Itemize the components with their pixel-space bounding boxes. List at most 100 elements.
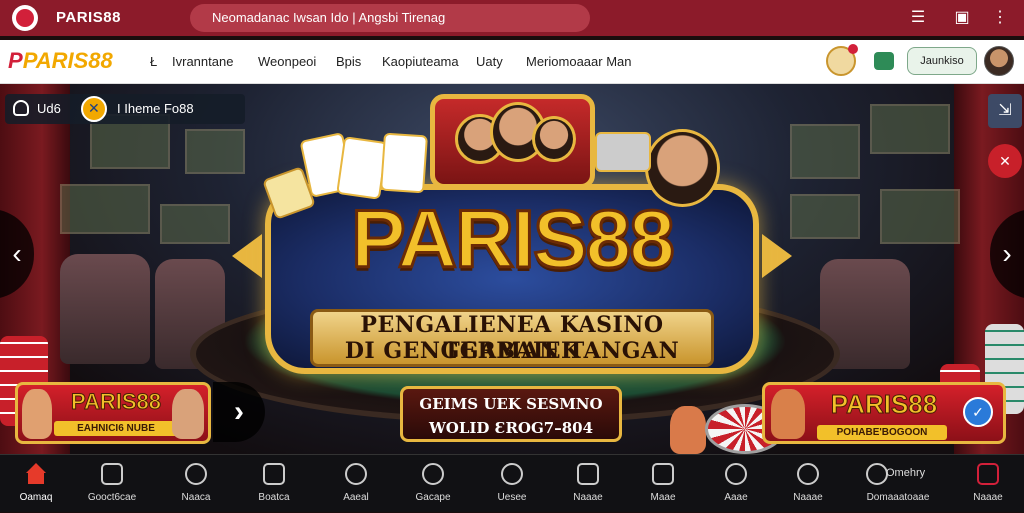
verified-icon: ✓ [963,397,993,427]
avatar[interactable] [984,46,1014,76]
crest-left-arrow-icon [232,234,262,278]
wall-poster [870,104,950,154]
bottom-nav-item-2[interactable]: Naaca [160,455,232,513]
playing-card [336,136,388,200]
nav-link-3[interactable]: Bpis [336,54,361,69]
wall-poster [160,204,230,244]
wall-poster [790,194,860,239]
playing-card [380,132,428,194]
nav-link-4[interactable]: Kaopiuteama [382,54,459,69]
bottom-nav-label: Naaca [181,492,211,503]
user-tag: I Iheme Fo88 [117,101,194,116]
share-icon[interactable]: ✕ [988,144,1022,178]
badge-icon [81,96,107,122]
more-icon[interactable]: ⋮ [990,8,1010,28]
promo-right-sub: POHABE'BOGOON [817,425,947,440]
character-portrait [532,116,576,162]
promo-left-title: PARIS88 [70,389,162,415]
bottom-nav-label: Aaae [724,492,748,503]
bottom-nav-item-11[interactable]: Omehry Domaaatoaae [850,455,946,513]
app-logo-icon[interactable] [12,5,38,31]
wallet-icon[interactable] [874,52,894,70]
menu-icon[interactable]: ☰ [908,8,928,28]
nav-link-0[interactable]: Ł [150,54,157,69]
cards-icon [101,463,123,485]
bottom-nav-item-6[interactable]: Uesee [476,455,548,513]
promo-right-title: PARIS88 [830,389,938,420]
promo-card-left[interactable]: PARIS88 EAHNICI6 NUBE [15,382,211,444]
wall-poster [60,184,150,234]
bottom-nav-item-3[interactable]: Boatca [238,455,310,513]
hero-subtitle-line2: DI GENGGAMAN TANGAN [344,338,680,364]
gift-icon [977,463,999,485]
grid-icon [263,463,285,485]
expand-icon[interactable]: ⇲ [988,94,1022,128]
promo-card-right[interactable]: PARIS88 POHABE'BOGOON ✓ [762,382,1006,444]
bottom-nav-label: Naaae [573,492,603,503]
play-now-line1: GEIMS UEK SESMNO [419,395,603,413]
bottom-nav-extra-label: Omehry [886,467,926,479]
bottom-nav-label: Domaaatoaae [866,492,930,503]
timer-icon [866,463,888,485]
nav-link-1[interactable]: Ivranntane [172,54,233,69]
promo-character [771,389,805,439]
user-label: Ud6 [37,101,61,116]
user-pill[interactable]: Ud6 I Iheme Fo88 [5,94,245,124]
nav-link-6[interactable]: Meriomoaaar Man [526,54,632,69]
bottom-nav-item-12[interactable]: Naaae [952,455,1024,513]
bottom-nav-label: Gacape [415,492,451,503]
bottom-nav-item-home[interactable]: Oamaq [0,455,72,513]
bottom-nav-item-5[interactable]: Gacape [397,455,469,513]
login-button[interactable]: Jaunkiso [907,47,977,75]
slots-icon [185,463,207,485]
wall-poster [790,124,860,179]
user-icon [13,100,29,116]
hero-banner: Ud6 I Iheme Fo88 ⇲ ✕ ‹ › PARIS88 PENGALI… [0,84,1024,454]
clipboard-icon [577,463,599,485]
promo-icon[interactable] [826,44,858,76]
wall-poster [880,189,960,244]
clock-icon [501,463,523,485]
nav-link-2[interactable]: Weonpeoi [258,54,316,69]
bottom-nav-item-7[interactable]: Naaae [552,455,624,513]
bottom-nav-label: Aaeal [343,492,369,503]
coin-icon [797,463,819,485]
home-icon [25,463,47,485]
promo-next-button[interactable]: › [213,382,265,442]
person-icon [345,463,367,485]
site-logo[interactable]: PPARIS88 [8,48,113,74]
site-navbar: PPARIS88 Ł Ivranntane Weonpeoi Bpis Kaop… [0,40,1024,84]
nav-link-5[interactable]: Uaty [476,54,503,69]
bottom-nav-item-9[interactable]: Aaae [700,455,772,513]
crest-right-arrow-icon [762,234,792,278]
camera-icon [652,463,674,485]
hero-brand-title: PARIS88 [350,194,677,285]
bottom-nav-item-10[interactable]: Naaae [772,455,844,513]
headset-icon [725,463,747,485]
bottom-nav-label: Maae [650,492,676,503]
play-now-line2: WOLID ƐROG7–804 [428,419,594,437]
bottom-nav-label: Gooct6cae [87,492,137,503]
bottom-nav-label: Uesee [497,492,527,503]
promo-character [172,389,204,439]
top-bar: PARIS88 Neomadanac Iwsan Ido | Angsbi Ti… [0,0,1024,36]
wall-poster [185,129,245,174]
address-bar[interactable]: Neomadanac Iwsan Ido | Angsbi Tirenag [190,4,590,32]
bottom-nav-item-8[interactable]: Maae [627,455,699,513]
bottom-nav: Oamaq Gooct6cae Naaca Boatca Aaeal Gacap… [0,454,1024,512]
bottom-nav-label: Naaae [973,492,1003,503]
bottom-nav-item-4[interactable]: Aaeal [320,455,392,513]
promo-left-sub: EAHNICI6 NUBE [54,421,178,436]
casino-chair [60,254,150,364]
bottom-nav-label: Naaae [793,492,823,503]
app-brand: PARIS88 [56,9,121,26]
bottom-nav-label: Oamaq [19,492,53,503]
promo-character [670,406,706,454]
play-now-button[interactable]: GEIMS UEK SESMNO WOLID ƐROG7–804 [400,386,622,442]
chat-icon [422,463,444,485]
prize-ticket [595,132,651,172]
tab-icon[interactable]: ▣ [952,8,972,28]
bottom-nav-item-1[interactable]: Gooct6cae [76,455,148,513]
promo-character [22,389,52,439]
bottom-nav-label: Boatca [258,492,290,503]
